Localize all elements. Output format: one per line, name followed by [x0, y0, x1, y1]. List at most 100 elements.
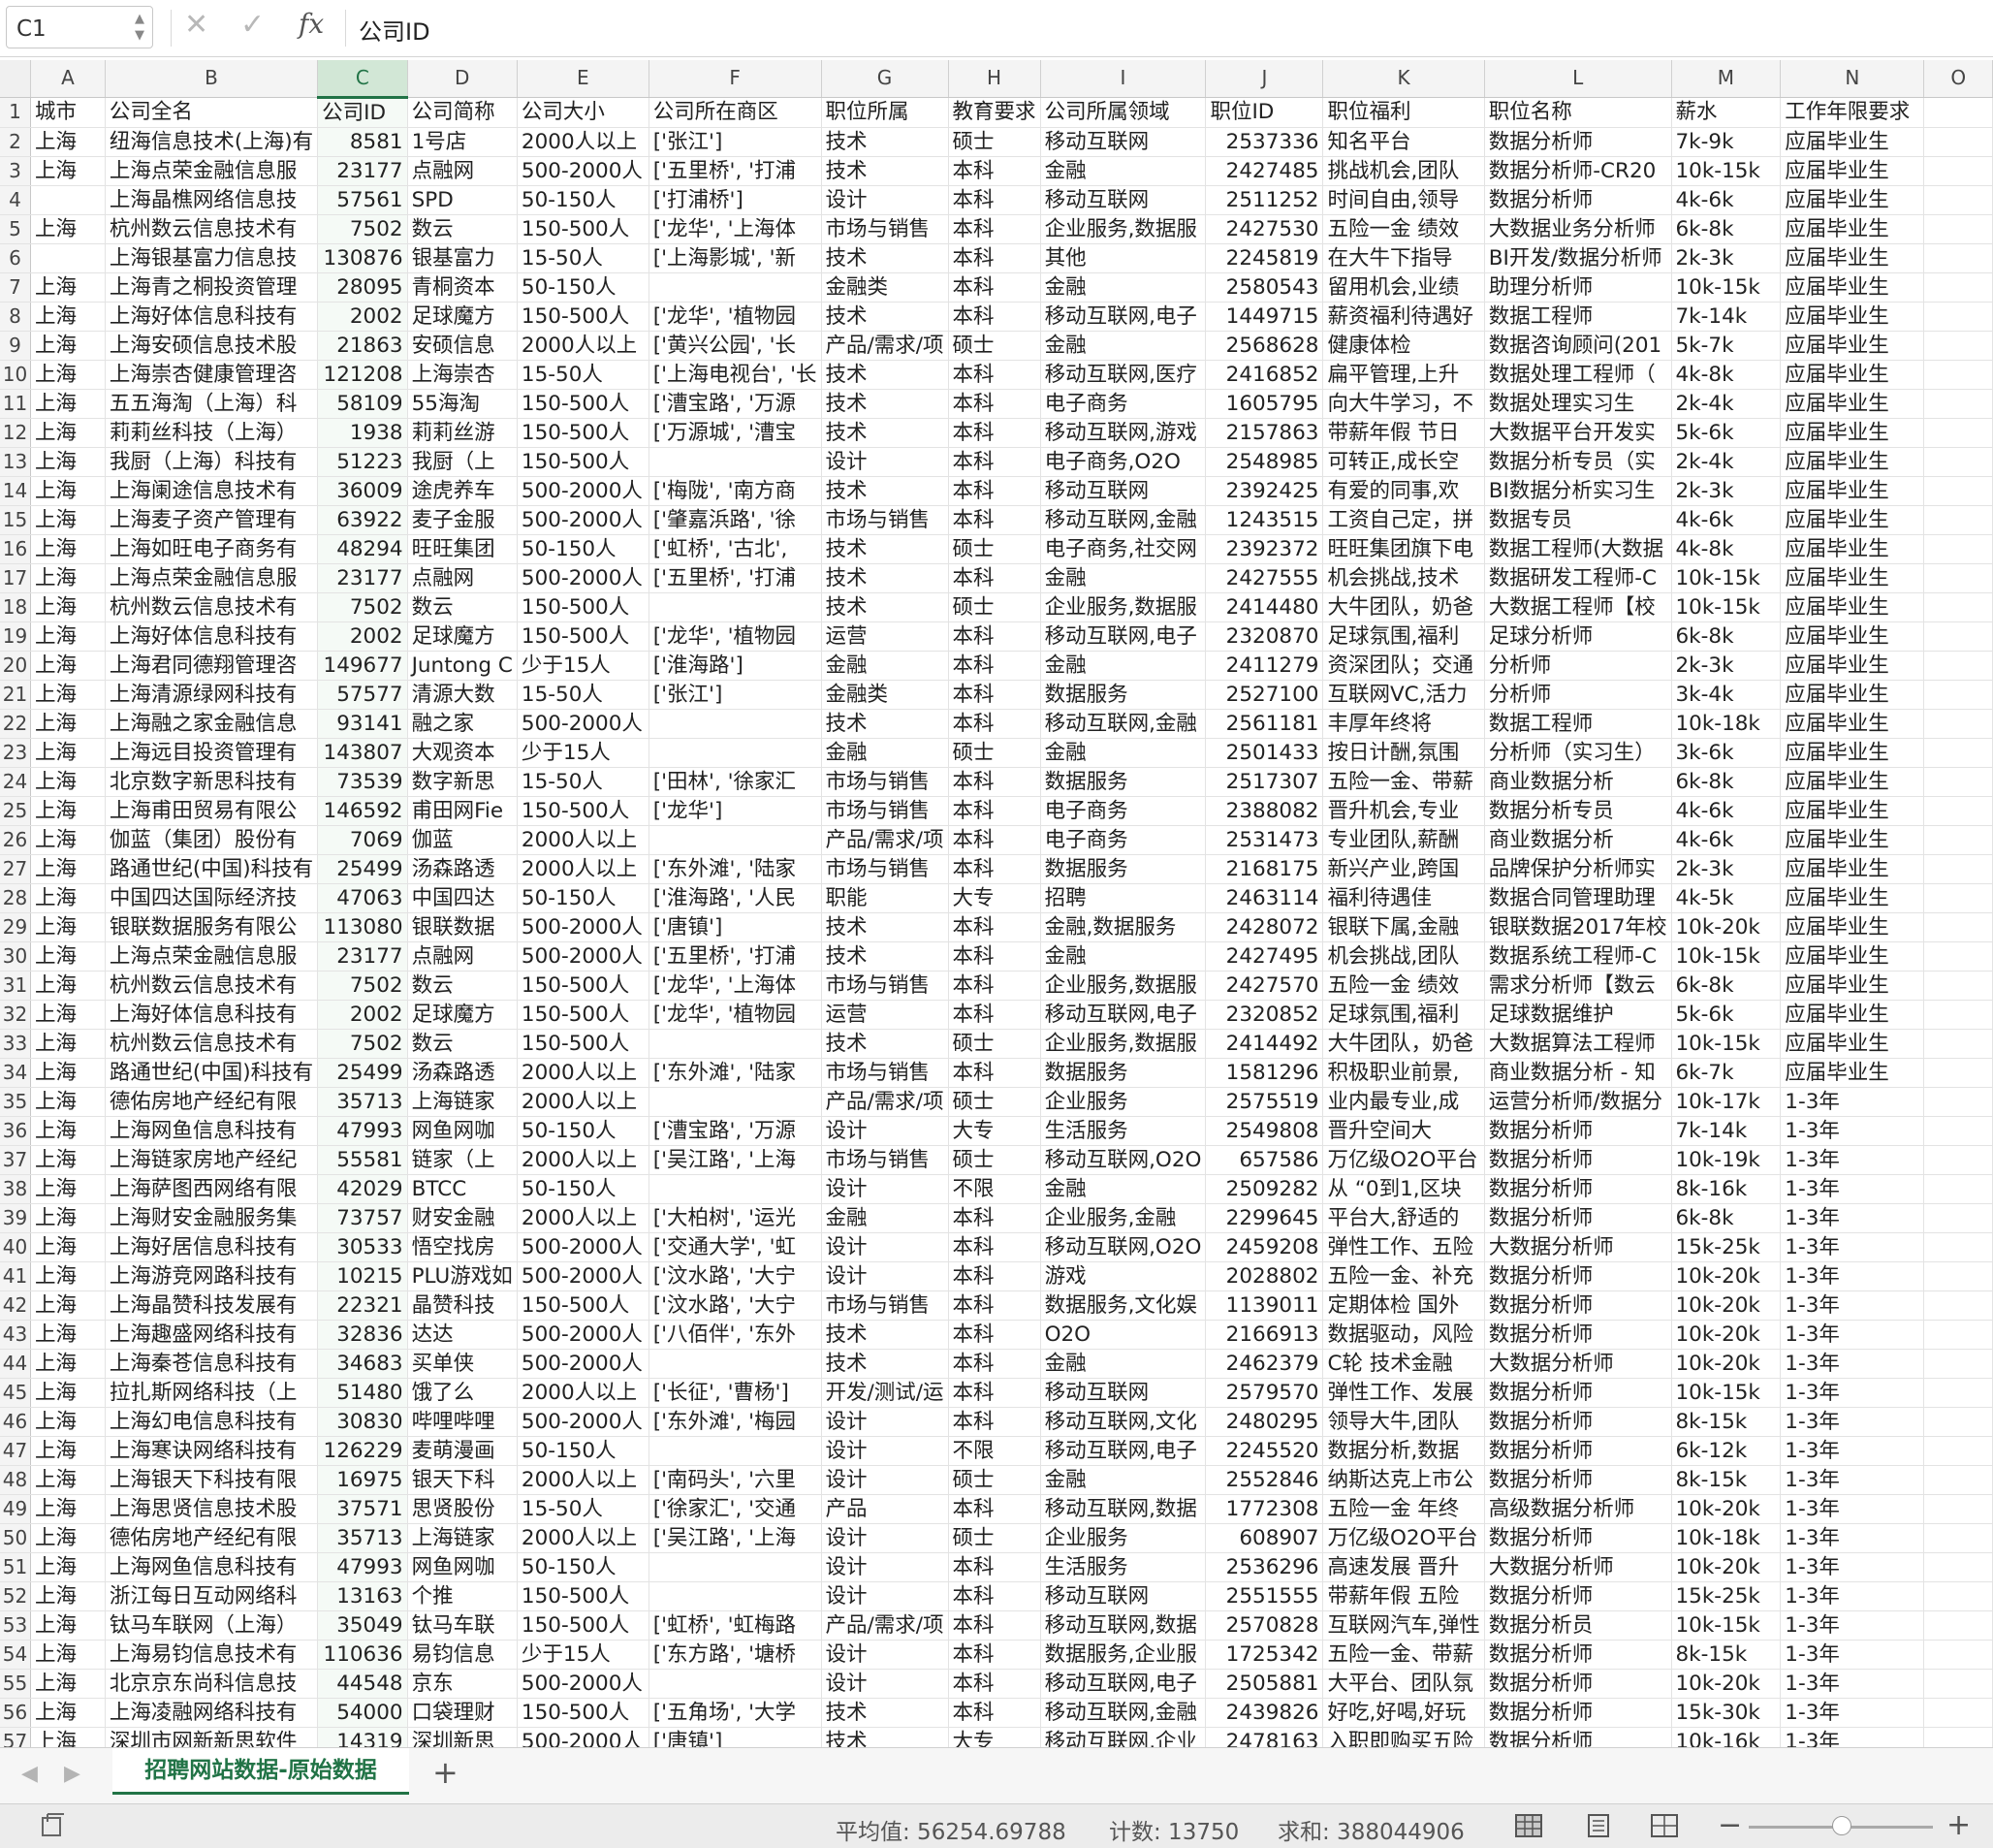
cell[interactable]: 移动互联网,企业 — [1040, 1727, 1207, 1747]
name-box-stepper-icon[interactable]: ▲ ▼ — [133, 11, 146, 46]
cell[interactable]: 大专 — [948, 1727, 1041, 1747]
cell[interactable]: 职能 — [821, 883, 949, 913]
cell[interactable]: 移动互联网,游戏 — [1040, 418, 1207, 448]
cell[interactable]: 58109 — [317, 389, 408, 419]
row-header[interactable]: 52 — [0, 1581, 31, 1611]
cell[interactable]: 足球氛围,福利 — [1322, 621, 1485, 652]
cell[interactable]: 15k-25k — [1671, 1581, 1782, 1611]
cell[interactable]: 设计 — [821, 1640, 949, 1670]
cell[interactable]: 北京京东尚科信息技 — [105, 1669, 319, 1699]
cell[interactable]: 7k-9k — [1671, 127, 1782, 157]
cell[interactable]: 积极职业前景, — [1322, 1058, 1485, 1088]
cell[interactable]: 运营 — [821, 1000, 949, 1030]
cell[interactable] — [1923, 1000, 1993, 1030]
cell[interactable] — [1923, 767, 1993, 797]
cell[interactable]: 职位所属 — [821, 97, 949, 128]
cell[interactable]: 上海 — [30, 534, 106, 564]
cell[interactable]: 金融 — [1040, 272, 1207, 303]
cell[interactable]: 1-3年 — [1780, 1232, 1925, 1262]
cell[interactable]: 个推 — [407, 1581, 518, 1611]
row-header[interactable]: 26 — [0, 825, 31, 855]
cell[interactable]: 6k-8k — [1671, 214, 1782, 244]
cell[interactable]: 大数据工程师【校 — [1484, 592, 1672, 622]
cell[interactable]: ['东方路', '塘桥 — [649, 1640, 822, 1670]
cell[interactable]: 达达 — [407, 1320, 518, 1350]
cell[interactable]: 助理分析师 — [1484, 272, 1672, 303]
cell[interactable]: 设计 — [821, 185, 949, 215]
cell[interactable]: 公司所属领域 — [1040, 97, 1207, 128]
cell[interactable]: 2505881 — [1205, 1669, 1324, 1699]
cell[interactable] — [1923, 302, 1993, 332]
cell[interactable]: 500-2000人 — [517, 1232, 649, 1262]
cell[interactable]: 设计 — [821, 1436, 949, 1466]
cell[interactable]: 五险一金 绩效 — [1322, 971, 1485, 1001]
cell[interactable]: 技术 — [821, 1698, 949, 1728]
row-header[interactable]: 4 — [0, 185, 31, 215]
cell[interactable]: 150-500人 — [517, 1029, 649, 1059]
cell[interactable]: 2511252 — [1205, 185, 1324, 215]
cell[interactable] — [1923, 1378, 1993, 1408]
cell[interactable]: 硕士 — [948, 738, 1041, 768]
row-header[interactable]: 23 — [0, 738, 31, 768]
cell[interactable] — [1923, 1029, 1993, 1059]
row-header[interactable]: 39 — [0, 1203, 31, 1233]
cell[interactable]: 1-3年 — [1780, 1640, 1925, 1670]
row-header[interactable]: 20 — [0, 651, 31, 681]
cell[interactable]: 技术 — [821, 1320, 949, 1350]
cell[interactable]: 应届毕业生 — [1780, 592, 1925, 622]
cell[interactable]: 硕士 — [948, 1523, 1041, 1553]
cell[interactable]: 本科 — [948, 185, 1041, 215]
cell[interactable]: 移动互联网,数据 — [1040, 1494, 1207, 1524]
cell[interactable]: 足球分析师 — [1484, 621, 1672, 652]
cell[interactable] — [1923, 127, 1993, 157]
row-header[interactable]: 29 — [0, 912, 31, 942]
cell[interactable]: 五险一金、补充 — [1322, 1261, 1485, 1291]
cell[interactable]: 应届毕业生 — [1780, 709, 1925, 739]
cell[interactable]: 运营 — [821, 621, 949, 652]
cell[interactable]: 本科 — [948, 621, 1041, 652]
cell[interactable]: 电子商务 — [1040, 825, 1207, 855]
cell[interactable]: 设计 — [821, 1523, 949, 1553]
cell[interactable]: 浙江每日互动网络科 — [105, 1581, 319, 1611]
cell[interactable]: 2549808 — [1205, 1116, 1324, 1146]
cell[interactable]: 1725342 — [1205, 1640, 1324, 1670]
cell[interactable]: 德佑房地产经纪有限 — [105, 1087, 319, 1117]
cell[interactable] — [1923, 1058, 1993, 1088]
cell[interactable]: 数据服务 — [1040, 1058, 1207, 1088]
cell[interactable]: 23177 — [317, 563, 408, 593]
cell[interactable]: 本科 — [948, 1610, 1041, 1641]
cell[interactable]: 纳斯达克上市公 — [1322, 1465, 1485, 1495]
cell[interactable] — [1923, 97, 1993, 128]
cell[interactable]: 本科 — [948, 302, 1041, 332]
cell[interactable]: 弹性工作、五险 — [1322, 1232, 1485, 1262]
cell[interactable]: 5k-6k — [1671, 418, 1782, 448]
cell[interactable]: 10k-17k — [1671, 1087, 1782, 1117]
cell[interactable]: 上海萨图西网络有限 — [105, 1174, 319, 1204]
cell[interactable]: 我厨（上海）科技有 — [105, 447, 319, 477]
confirm-icon[interactable]: ✓ — [240, 8, 265, 42]
cell[interactable]: 500-2000人 — [517, 709, 649, 739]
cell[interactable]: 应届毕业生 — [1780, 883, 1925, 913]
cell[interactable]: 应届毕业生 — [1780, 447, 1925, 477]
cell[interactable]: ['龙华', '植物园 — [649, 1000, 822, 1030]
cell[interactable]: 500-2000人 — [517, 156, 649, 186]
cell[interactable]: 25499 — [317, 1058, 408, 1088]
cell[interactable]: 互联网VC,活力 — [1322, 680, 1485, 710]
cell[interactable]: 150-500人 — [517, 1000, 649, 1030]
cell[interactable]: 设计 — [821, 1174, 949, 1204]
cell[interactable]: 50-150人 — [517, 272, 649, 303]
cell[interactable]: 商业数据分析 - 知 — [1484, 1058, 1672, 1088]
cell[interactable]: 500-2000人 — [517, 941, 649, 972]
cell[interactable]: 带薪年假 五险 — [1322, 1581, 1485, 1611]
row-header[interactable]: 24 — [0, 767, 31, 797]
cell[interactable]: 上海 — [30, 1145, 106, 1175]
column-header-h[interactable]: H — [948, 60, 1041, 98]
cell[interactable]: 本科 — [948, 1669, 1041, 1699]
cell[interactable]: 6k-12k — [1671, 1436, 1782, 1466]
cell[interactable]: 500-2000人 — [517, 1261, 649, 1291]
column-header-l[interactable]: L — [1484, 60, 1672, 98]
cell[interactable]: ['田林', '徐家汇 — [649, 767, 822, 797]
cell[interactable]: 150-500人 — [517, 214, 649, 244]
cell[interactable]: 10k-15k — [1671, 1610, 1782, 1641]
row-header[interactable]: 9 — [0, 331, 31, 361]
